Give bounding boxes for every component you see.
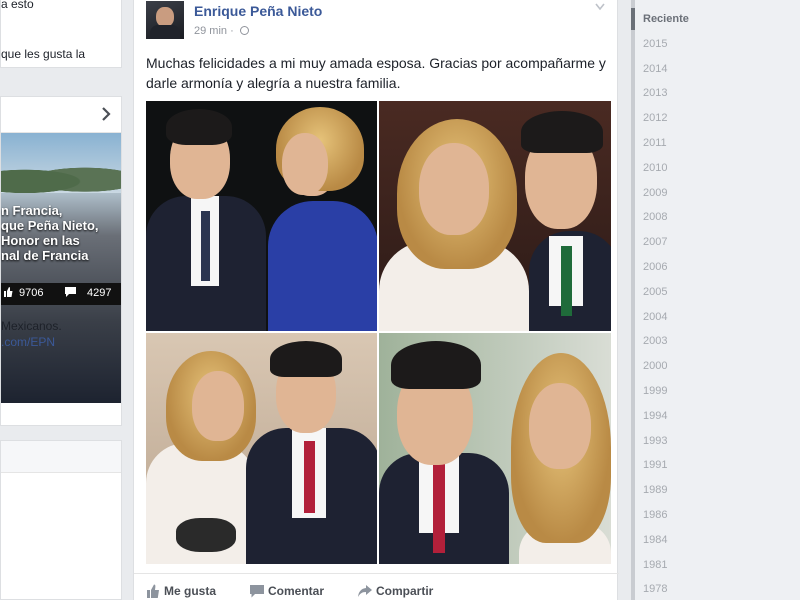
photo-3[interactable] — [146, 333, 377, 564]
overlay-line: que Peña Nieto, — [1, 218, 99, 233]
left-text-mexicanos: Mexicanos. — [1, 319, 62, 333]
avatar-suit — [150, 25, 180, 39]
post-card: Enrique Peña Nieto 29 min · Muchas felic… — [133, 0, 619, 600]
timeline-item-1986[interactable]: 1986 — [643, 509, 667, 521]
timeline-item-1978[interactable]: 1978 — [643, 583, 667, 595]
timeline-item-reciente[interactable]: Reciente — [643, 13, 689, 25]
woman-face — [192, 371, 244, 441]
like-label: Me gusta — [164, 584, 217, 598]
overlay-line: n Francia, — [1, 203, 63, 218]
video-trees — [1, 161, 121, 195]
timeline-item-2007[interactable]: 2007 — [643, 236, 667, 248]
bouquet — [176, 518, 236, 552]
man-tie — [201, 211, 210, 281]
timeline-item-2003[interactable]: 2003 — [643, 335, 667, 347]
chevron-right-icon[interactable] — [99, 107, 113, 121]
timeline-item-2000[interactable]: 2000 — [643, 360, 667, 372]
post-author[interactable]: Enrique Peña Nieto — [194, 3, 322, 19]
timeline-nav: Reciente 2015 2014 2013 2012 2011 2010 2… — [631, 0, 800, 600]
separator-dot: · — [230, 25, 237, 37]
avatar-face — [156, 7, 174, 27]
overlay-line: Honor en las — [1, 233, 80, 248]
post-timestamp[interactable]: 29 min — [194, 25, 227, 37]
woman-face — [529, 383, 591, 469]
timeline-item-1999[interactable]: 1999 — [643, 385, 667, 397]
man-hair — [270, 341, 342, 377]
comment-button[interactable]: Comentar — [250, 584, 324, 598]
left-column: a esto que les gusta la n Francia, que P… — [0, 0, 122, 600]
left-bottom-strip — [1, 441, 121, 473]
timeline-item-2012[interactable]: 2012 — [643, 112, 667, 124]
timeline-item-1984[interactable]: 1984 — [643, 534, 667, 546]
left-link-epn[interactable]: .com/EPN — [1, 335, 55, 349]
globe-icon — [239, 26, 249, 35]
video-overlay-text: n Francia, que Peña Nieto, Honor en las … — [1, 203, 121, 263]
timeline-item-1981[interactable]: 1981 — [643, 559, 667, 571]
timeline-active-indicator — [631, 8, 635, 30]
timeline-item-2015[interactable]: 2015 — [643, 38, 667, 50]
share-label: Compartir — [376, 584, 434, 598]
timeline-item-1993[interactable]: 1993 — [643, 435, 667, 447]
man-hair — [521, 111, 603, 153]
share-icon — [358, 585, 372, 597]
comment-icon — [250, 585, 264, 598]
left-text-line: a esto — [1, 0, 34, 11]
timeline-item-2011[interactable]: 2011 — [643, 137, 667, 149]
comment-label: Comentar — [268, 584, 325, 598]
timeline-track — [631, 0, 635, 600]
timeline-item-2004[interactable]: 2004 — [643, 311, 667, 323]
post-text: Muchas felicidades a mi muy amada esposa… — [146, 55, 606, 91]
timeline-item-1989[interactable]: 1989 — [643, 484, 667, 496]
timeline-item-1991[interactable]: 1991 — [643, 459, 667, 471]
man-tie — [433, 463, 445, 553]
photo-4[interactable] — [379, 333, 611, 564]
woman-face — [419, 143, 489, 235]
post-actions-bar: Me gusta Comentar Compartir — [134, 573, 619, 600]
photo-1[interactable] — [146, 101, 377, 331]
share-button[interactable]: Compartir — [358, 584, 433, 598]
overlay-line: nal de Francia — [1, 248, 89, 263]
like-icon — [147, 584, 159, 598]
timeline-item-2013[interactable]: 2013 — [643, 87, 667, 99]
avatar[interactable] — [146, 1, 184, 39]
like-button[interactable]: Me gusta — [146, 584, 216, 598]
video-card: n Francia, que Peña Nieto, Honor en las … — [0, 96, 122, 426]
video-like-count: 9706 — [19, 287, 44, 299]
like-icon — [3, 287, 13, 300]
timeline-item-2010[interactable]: 2010 — [643, 162, 667, 174]
woman-dress — [268, 201, 377, 331]
left-bottom-card — [0, 440, 122, 600]
left-text-line: que les gusta la — [1, 47, 86, 61]
comment-icon — [65, 287, 76, 300]
man-tie — [304, 441, 315, 513]
man-hair — [391, 341, 481, 389]
photo-2[interactable] — [379, 101, 611, 331]
timeline-item-2006[interactable]: 2006 — [643, 261, 667, 273]
left-top-card: a esto que les gusta la — [0, 0, 122, 68]
photo-collage — [146, 101, 611, 564]
woman-face-front — [282, 133, 328, 195]
timeline-item-2005[interactable]: 2005 — [643, 286, 667, 298]
timeline-item-2009[interactable]: 2009 — [643, 187, 667, 199]
post-meta: 29 min · — [194, 25, 249, 37]
timeline-item-2014[interactable]: 2014 — [643, 63, 667, 75]
chevron-down-icon[interactable] — [595, 3, 605, 11]
timeline-item-1994[interactable]: 1994 — [643, 410, 667, 422]
video-card-header — [1, 97, 121, 133]
man-tie — [561, 246, 572, 316]
timeline-item-2008[interactable]: 2008 — [643, 211, 667, 223]
video-comment-count: 4297 — [87, 287, 112, 299]
man-hair — [166, 109, 232, 145]
video-stats-bar: 9706 4297 — [1, 283, 121, 305]
video-thumbnail[interactable]: n Francia, que Peña Nieto, Honor en las … — [1, 133, 121, 403]
